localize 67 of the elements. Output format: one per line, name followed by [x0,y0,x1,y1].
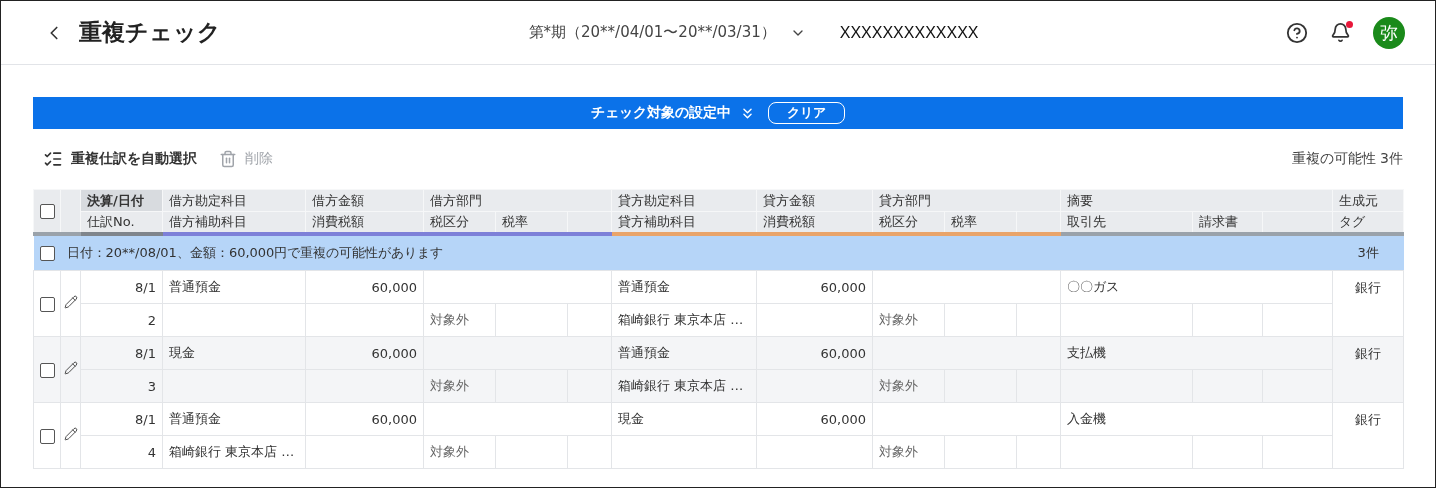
table-cell: 60,000 [305,336,424,370]
table-cell: 〇〇ガス [1060,270,1333,304]
table-cell: 8/1 [80,336,163,370]
table-cell: 60,000 [756,336,873,370]
table-cell: 普通預金 [162,270,306,304]
table-cell: 箱崎銀行 東京本店 … [611,303,757,337]
column-header: 貸方補助科目 [611,211,757,234]
table-cell: 2 [80,303,163,337]
table-cell: 箱崎銀行 東京本店 … [611,369,757,403]
table-cell: 銀行 [1332,336,1404,403]
table-cell: 8/1 [80,402,163,436]
table-cell: 対象外 [423,303,496,337]
table-cell: 箱崎銀行 東京本店 … [162,435,306,469]
table-cell: 対象外 [423,369,496,403]
column-header: 生成元 [1332,189,1404,212]
banner-label: チェック対象の設定中 [591,104,731,122]
table-cell: 入金機 [1060,402,1333,436]
column-header: 借方勘定科目 [162,189,306,212]
page-title: 重複チェック [79,18,221,47]
table-cell: 60,000 [305,270,424,304]
table-cell: 対象外 [872,303,945,337]
table-cell: 4 [80,435,163,469]
column-header: 取引先 [1060,211,1193,234]
table-cell: 普通預金 [611,336,757,370]
row-checkbox[interactable] [39,428,55,444]
table-cell: 3 [80,369,163,403]
table-cell: 現金 [611,402,757,436]
column-header: 貸方部門 [872,189,1061,212]
duplicate-count: 重複の可能性 3件 [1291,150,1403,168]
pencil-icon[interactable] [63,361,78,375]
table-cell: 60,000 [305,402,424,436]
bell-icon[interactable] [1330,22,1351,43]
table-cell: 8/1 [80,270,163,304]
column-header: 借方部門 [423,189,612,212]
company-name: XXXXXXXXXXXXX [839,23,979,42]
table-cell: 対象外 [872,435,945,469]
clear-button[interactable]: クリア [768,102,845,124]
table-cell: 普通預金 [162,402,306,436]
table-cell: 対象外 [872,369,945,403]
table-cell: 60,000 [756,270,873,304]
checklist-icon [43,149,63,169]
column-header: 借方補助科目 [162,211,306,234]
table-cell: 60,000 [756,402,873,436]
row-checkbox[interactable] [39,362,55,378]
group-checkbox[interactable] [39,245,55,261]
table-cell: 支払機 [1060,336,1333,370]
trash-icon [219,150,237,168]
column-header: 摘要 [1060,189,1333,212]
help-icon[interactable] [1286,21,1308,44]
avatar[interactable]: 弥 [1373,16,1405,49]
table-cell: 対象外 [423,435,496,469]
duplicate-message: 日付：20**/08/01、金額：60,000円で重複の可能性があります [66,244,444,260]
column-header: 貸方金額 [756,189,873,212]
column-header: 貸方勘定科目 [611,189,757,212]
table-cell: 銀行 [1332,270,1404,337]
select-all-checkbox[interactable] [40,203,55,219]
pencil-icon[interactable] [63,295,78,309]
auto-select-button[interactable]: 重複仕訳を自動選択 [43,149,197,169]
row-checkbox[interactable] [39,296,55,312]
table-cell: 普通預金 [611,270,757,304]
table-cell: 現金 [162,336,306,370]
group-count: 3件 [1357,244,1379,260]
pencil-icon[interactable] [63,427,78,441]
column-header: 決算/日付 [80,189,163,212]
period-selector[interactable]: 第*期（20**/04/01〜20**/03/31） [528,23,806,42]
table-cell: 銀行 [1332,402,1404,469]
column-header: 借方金額 [305,189,424,212]
